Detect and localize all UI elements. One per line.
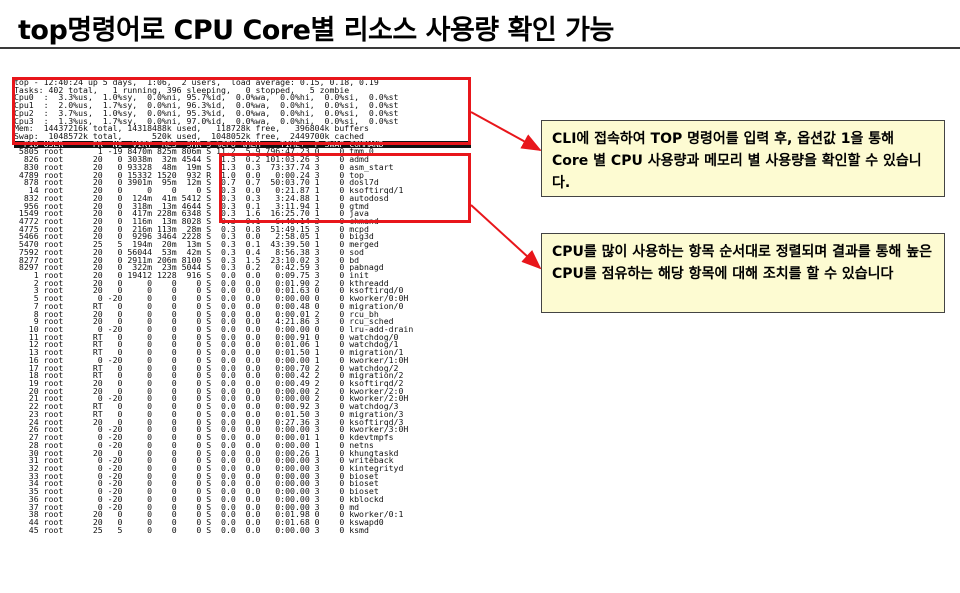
callout-arrow-1 [470,111,542,151]
callout-core-usage: CLI에 접속하여 TOP 명령어를 입력 후, 옵션값 1을 통해 Core … [541,120,945,197]
callout-arrow-2 [470,204,542,270]
callout-cpu-sort: CPU를 많이 사용하는 항목 순서대로 정렬되며 결과를 통해 높은 CPU를… [541,233,945,313]
